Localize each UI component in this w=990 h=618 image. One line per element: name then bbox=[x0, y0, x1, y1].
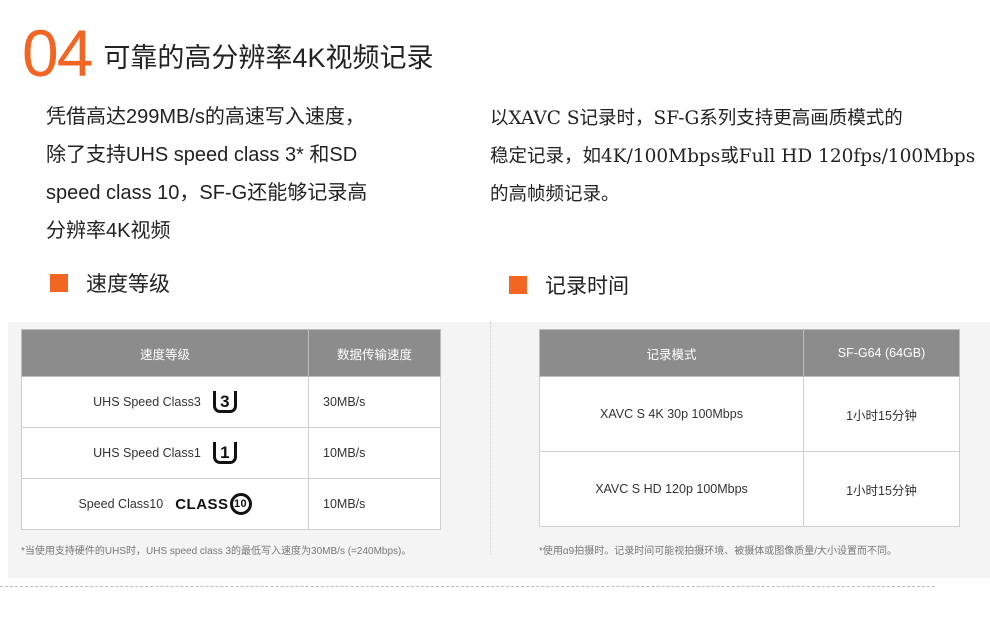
table-row: XAVC S HD 120p 100Mbps 1小时15分钟 bbox=[539, 451, 960, 527]
record-mode-cell: XAVC S HD 120p 100Mbps bbox=[539, 451, 804, 527]
left-description: 凭借高达299MB/s的高速写入速度， 除了支持UHS speed class … bbox=[46, 98, 396, 250]
left-description-line: 除了支持UHS speed class 3* 和SD bbox=[46, 144, 358, 166]
speed-class-name: Speed Class10 bbox=[78, 497, 164, 511]
section-title: 可靠的高分辨率4K视频记录 bbox=[103, 42, 434, 73]
column-header-card-capacity: SF-G64 (64GB) bbox=[803, 329, 960, 377]
right-description: 以XAVC S记录时，SF-G系列支持更高画质模式的 稳定记录，如4K/100M… bbox=[490, 100, 980, 214]
transfer-speed-cell: 10MB/s bbox=[308, 427, 441, 479]
left-description-line: 分辨率4K视频 bbox=[46, 220, 171, 242]
right-description-line: 稳定记录，如4K/100Mbps或Full HD 120fps/100Mbps bbox=[490, 146, 976, 167]
record-time-cell: 1小时15分钟 bbox=[803, 451, 960, 527]
transfer-speed-cell: 10MB/s bbox=[308, 478, 441, 530]
table-row: Speed Class10 CLASS 10 10MB/s bbox=[21, 478, 441, 530]
record-time-cell: 1小时15分钟 bbox=[803, 376, 960, 452]
speed-class-cell: Speed Class10 CLASS 10 bbox=[21, 478, 309, 530]
right-description-line: 的高帧频记录。 bbox=[490, 184, 620, 205]
table-row: XAVC S 4K 30p 100Mbps 1小时15分钟 bbox=[539, 376, 960, 452]
uhs-speed-class-1-icon: 1 bbox=[212, 442, 237, 464]
speed-class-name: UHS Speed Class1 bbox=[93, 446, 201, 460]
speed-class-table: 速度等级 数据传输速度 UHS Speed Class3 3 30MB/s UH… bbox=[21, 329, 441, 530]
table-header-row: 速度等级 数据传输速度 bbox=[21, 329, 441, 377]
speed-class-name: UHS Speed Class3 bbox=[93, 395, 201, 409]
dashed-separator bbox=[0, 586, 935, 587]
section-header: 04 可靠的高分辨率4K视频记录 bbox=[22, 18, 433, 88]
tables-panel: 速度等级 数据传输速度 UHS Speed Class3 3 30MB/s UH… bbox=[8, 322, 990, 578]
record-time-label-text: 记录时间 bbox=[545, 275, 629, 298]
record-mode-cell: XAVC S 4K 30p 100Mbps bbox=[539, 376, 804, 452]
column-header-speed-class: 速度等级 bbox=[21, 329, 309, 377]
table-row: UHS Speed Class3 3 30MB/s bbox=[21, 376, 441, 428]
uhs-speed-class-3-icon: 3 bbox=[212, 391, 237, 413]
speed-class-cell: UHS Speed Class1 1 bbox=[21, 427, 309, 479]
orange-square-icon bbox=[509, 276, 527, 294]
table-header-row: 记录模式 SF-G64 (64GB) bbox=[539, 329, 960, 377]
record-time-table: 记录模式 SF-G64 (64GB) XAVC S 4K 30p 100Mbps… bbox=[539, 329, 960, 527]
transfer-speed-cell: 30MB/s bbox=[308, 376, 441, 428]
record-time-section-label: 记录时间 bbox=[509, 270, 629, 300]
speed-class-section-label: 速度等级 bbox=[50, 268, 170, 298]
panel-divider bbox=[490, 322, 492, 554]
right-description-line: 以XAVC S记录时，SF-G系列支持更高画质模式的 bbox=[490, 108, 903, 129]
speed-table-footnote: *当使用支持硬件的UHS时，UHS speed class 3的最低写入速度为3… bbox=[21, 546, 412, 557]
section-number: 04 bbox=[22, 16, 93, 90]
sd-class-10-icon: CLASS 10 bbox=[175, 493, 252, 515]
left-description-line: speed class 10，SF-G还能够记录高 bbox=[46, 182, 368, 204]
class-number: 10 bbox=[229, 493, 252, 515]
speed-class-cell: UHS Speed Class3 3 bbox=[21, 376, 309, 428]
class-text: CLASS bbox=[175, 495, 229, 513]
record-table-footnote: *使用α9拍摄时。记录时间可能视拍摄环境、被摄体或图像质量/大小设置而不同。 bbox=[539, 546, 898, 557]
column-header-record-mode: 记录模式 bbox=[539, 329, 804, 377]
left-description-line: 凭借高达299MB/s的高速写入速度， bbox=[46, 106, 365, 128]
table-row: UHS Speed Class1 1 10MB/s bbox=[21, 427, 441, 479]
column-header-transfer-speed: 数据传输速度 bbox=[308, 329, 441, 377]
orange-square-icon bbox=[50, 274, 68, 292]
speed-class-label-text: 速度等级 bbox=[86, 273, 170, 296]
